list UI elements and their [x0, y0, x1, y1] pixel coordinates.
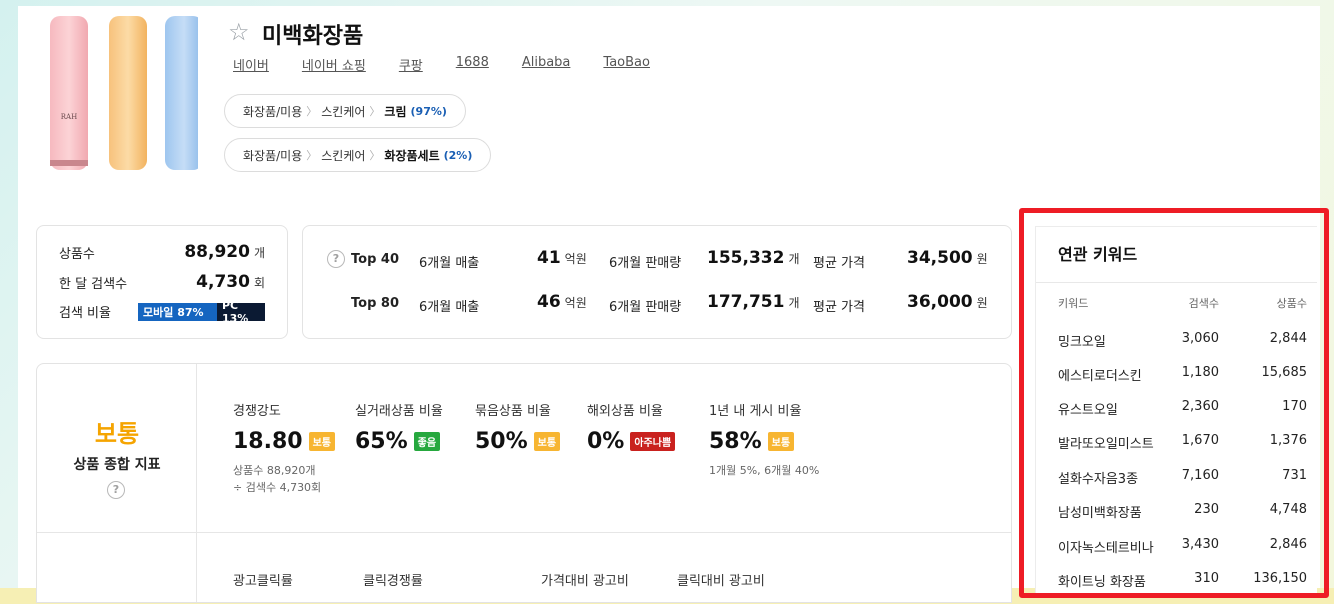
summary-card: 보통 상품 종합 지표 ? 경쟁강도 18.80 보통 상품수 88,920개 ÷ …: [36, 363, 1012, 603]
top40-row: ? Top 40 6개월 매출 41 억원 6개월 판매량 155,332 개 평균…: [327, 248, 991, 272]
status-badge: 보통: [308, 432, 335, 451]
top-sales-card: ? Top 40 6개월 매출 41 억원 6개월 판매량 155,332 개 평균…: [302, 225, 1012, 339]
help-icon[interactable]: ?: [327, 250, 345, 268]
summary-grade-section: 보통 상품 종합 지표 ?: [37, 364, 197, 602]
category-pill[interactable]: 화장품/미용 〉 스킨케어 〉 화장품세트 (2%): [224, 138, 492, 172]
product-image: RAH: [50, 16, 198, 170]
grade-value: 보통: [94, 420, 140, 448]
metric-competition: 경쟁강도 18.80 보통 상품수 88,920개 ÷ 검색수 4,730회: [233, 400, 335, 496]
search-links: 네이버 네이버 쇼핑 쿠팡 1688 Alibaba TaoBao: [233, 55, 683, 74]
chevron-right-icon: 〉: [369, 105, 381, 118]
category-leaf: 크림: [384, 104, 407, 119]
search-ratio-bar: 모바일 87% PC 13%: [138, 299, 265, 325]
metric-real-transaction: 실거래상품 비율 65% 좋음: [355, 404, 443, 454]
category-path: 화장품/미용: [243, 104, 303, 119]
status-badge: 아주나쁨: [630, 432, 676, 451]
highlight-box: [1019, 208, 1329, 598]
category-percent: (97%): [410, 104, 447, 118]
metric-posted-year: 1년 내 게시 비율 58% 보통 1개월 5%, 6개월 40%: [709, 404, 820, 477]
price-ad-cost-label: 가격대비 광고비: [541, 574, 629, 589]
ad-click-rate-label: 광고클릭률: [233, 574, 293, 589]
divider: [37, 532, 1011, 533]
metric-overseas: 해외상품 비율 0% 아주나쁨: [587, 400, 676, 454]
category-path: 스킨케어: [321, 148, 366, 163]
category-path: 스킨케어: [321, 104, 366, 119]
metric-bundle: 묶음상품 비율 50% 보통: [475, 400, 561, 454]
link-alibaba[interactable]: Alibaba: [522, 55, 571, 74]
favorite-star-icon[interactable]: ☆: [228, 18, 250, 46]
link-naver[interactable]: 네이버: [233, 55, 269, 74]
chevron-right-icon: 〉: [306, 105, 318, 118]
grade-label: 상품 종합 지표: [73, 457, 161, 473]
product-title: 미백화장품: [262, 24, 364, 49]
status-badge: 좋음: [413, 432, 441, 451]
chevron-right-icon: 〉: [306, 149, 318, 162]
link-naver-shopping[interactable]: 네이버 쇼핑: [302, 55, 366, 74]
stat-monthly-search: 한 달 검색수 4,730 회: [59, 272, 265, 292]
category-path: 화장품/미용: [243, 148, 303, 163]
status-badge: 보통: [767, 432, 795, 451]
top80-row: Top 80 6개월 매출 46 억원 6개월 판매량 177,751 개 평균 가…: [351, 292, 988, 315]
category-percent: (2%): [443, 148, 473, 162]
click-competition-label: 클릭경쟁률: [363, 574, 423, 589]
link-1688[interactable]: 1688: [456, 55, 489, 74]
click-ad-cost-label: 클릭대비 광고비: [677, 574, 765, 589]
category-leaf: 화장품세트: [384, 148, 440, 163]
mobile-share: 모바일 87%: [138, 302, 217, 321]
chevron-right-icon: 〉: [369, 149, 381, 162]
help-icon[interactable]: ?: [107, 481, 125, 499]
stat-product-count: 상품수 88,920 개: [59, 242, 265, 262]
search-stats-card: 상품수 88,920 개 한 달 검색수 4,730 회 검색 비율 모바일 87%…: [36, 225, 288, 339]
link-coupang[interactable]: 쿠팡: [399, 55, 423, 74]
status-badge: 보통: [533, 432, 561, 451]
category-pill[interactable]: 화장품/미용 〉 스킨케어 〉 크림 (97%): [224, 94, 466, 128]
pc-share: PC 13%: [217, 299, 265, 325]
link-taobao[interactable]: TaoBao: [603, 55, 650, 74]
svg-text:RAH: RAH: [61, 113, 77, 121]
stat-search-ratio: 검색 비율 모바일 87% PC 13%: [59, 299, 265, 325]
